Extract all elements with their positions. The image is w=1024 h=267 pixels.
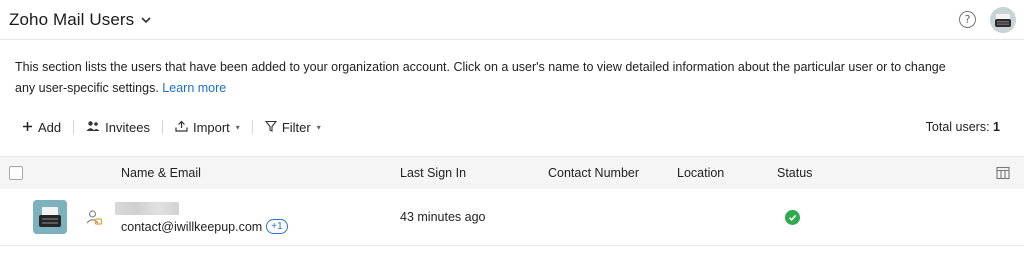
toolbar-divider <box>251 120 253 134</box>
last-sign-in-value: 43 minutes ago <box>400 210 486 224</box>
total-users: Total users: 1 <box>926 120 1000 134</box>
table-header: Name & Email Last Sign In Contact Number… <box>0 156 1024 189</box>
total-users-label: Total users: <box>925 120 990 134</box>
user-email: contact@iwillkeepup.com +1 <box>121 219 288 234</box>
filter-icon <box>264 120 277 135</box>
description-text: This section lists the users that have b… <box>15 60 946 95</box>
add-user-button[interactable]: Add <box>22 120 61 135</box>
users-icon <box>86 120 100 135</box>
table-row[interactable]: contact@iwillkeepup.com +1 43 minutes ag… <box>0 189 1024 246</box>
top-header: Zoho Mail Users ? <box>0 0 1024 40</box>
column-contact-number[interactable]: Contact Number <box>548 166 639 180</box>
page-title: Zoho Mail Users <box>9 9 135 29</box>
toolbar-divider <box>161 120 163 134</box>
check-circle-icon <box>785 210 800 225</box>
app-switcher[interactable]: Zoho Mail Users <box>9 10 152 30</box>
users-toolbar: Add Invitees Import ▾ Filter ▾ Total use… <box>0 98 1024 156</box>
user-avatar[interactable] <box>33 200 67 234</box>
help-icon[interactable]: ? <box>959 11 976 28</box>
import-label: Import <box>192 119 230 135</box>
learn-more-link[interactable]: Learn more <box>162 81 226 95</box>
chevron-down-icon: ▾ <box>235 122 240 132</box>
import-button[interactable]: Import ▾ <box>175 120 240 135</box>
admin-user-icon <box>86 209 103 226</box>
total-users-count: 1 <box>993 120 1000 134</box>
filter-button[interactable]: Filter ▾ <box>264 119 321 135</box>
plus-icon <box>22 120 33 135</box>
select-all-checkbox[interactable] <box>9 166 23 180</box>
column-status[interactable]: Status <box>777 166 812 180</box>
toolbar-divider <box>73 120 75 134</box>
profile-avatar[interactable] <box>990 6 1016 33</box>
user-email-text: contact@iwillkeepup.com <box>121 219 263 234</box>
column-location[interactable]: Location <box>677 166 724 180</box>
upload-icon <box>175 120 188 135</box>
user-name-redacted[interactable] <box>115 202 179 215</box>
column-settings-icon[interactable] <box>996 166 1010 180</box>
filter-label: Filter <box>281 119 311 135</box>
header-actions: ? <box>959 6 1016 33</box>
extra-emails-badge[interactable]: +1 <box>266 219 288 234</box>
column-last-sign-in[interactable]: Last Sign In <box>400 166 466 180</box>
chevron-down-icon <box>140 14 152 26</box>
column-name-email[interactable]: Name & Email <box>121 166 201 180</box>
invitees-button[interactable]: Invitees <box>86 120 150 135</box>
chevron-down-icon: ▾ <box>316 122 321 132</box>
invitees-label: Invitees <box>105 119 150 135</box>
add-label: Add <box>38 119 62 135</box>
